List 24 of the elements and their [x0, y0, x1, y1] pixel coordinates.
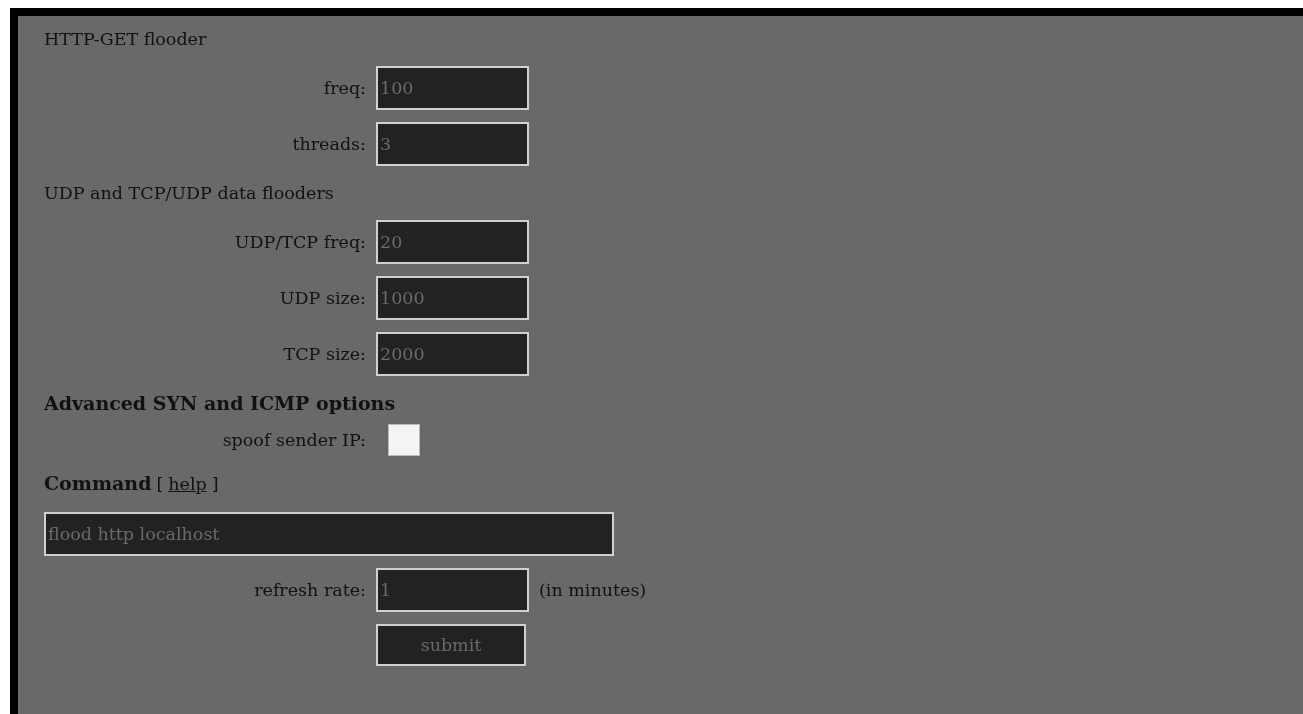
field-label: threads: [291, 132, 366, 156]
submit-button[interactable]: submit [376, 624, 526, 666]
input-field[interactable]: 100 [376, 66, 529, 110]
field-label: UDP size: [278, 286, 366, 310]
input-field[interactable]: 1 [376, 568, 529, 612]
checkbox[interactable] [388, 424, 420, 456]
field-label: refresh rate: [253, 578, 366, 602]
input-field[interactable]: 20 [376, 220, 529, 264]
section-heading: HTTP-GET flooder [44, 28, 208, 51]
input-field[interactable]: 2000 [376, 332, 529, 376]
field-label: freq: [322, 76, 366, 100]
command-heading: Command [44, 472, 152, 494]
field-label: TCP size: [282, 342, 366, 366]
section-heading: UDP and TCP/UDP data flooders [44, 182, 335, 205]
field-label: UDP/TCP freq: [233, 230, 366, 254]
unit-label: (in minutes) [539, 578, 647, 602]
input-field[interactable]: 1000 [376, 276, 529, 320]
input-field[interactable]: 3 [376, 122, 529, 166]
help-link[interactable]: help [168, 474, 207, 494]
command-field[interactable]: flood http localhost [44, 512, 614, 556]
bracket: [ [156, 474, 164, 494]
bracket: ] [211, 474, 219, 494]
checkbox-label: spoof sender IP: [221, 428, 366, 452]
section-heading: Advanced SYN and ICMP options [44, 391, 397, 416]
